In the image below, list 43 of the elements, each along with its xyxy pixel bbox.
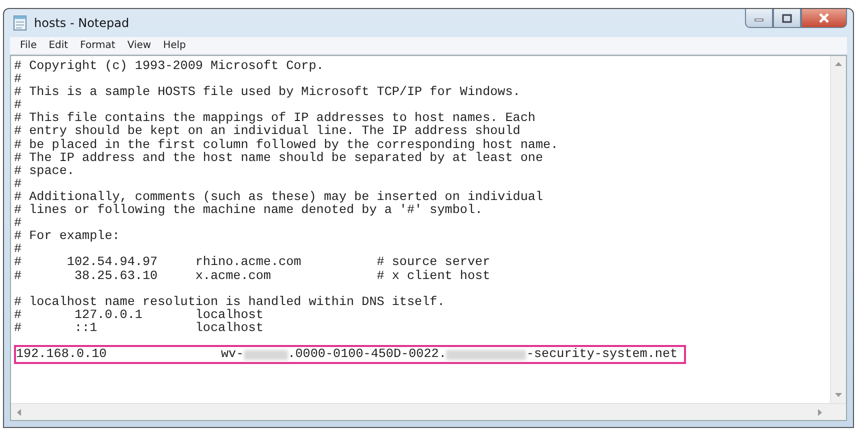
text-line: # (14, 73, 23, 86)
minimize-button[interactable] (745, 9, 773, 28)
text-line: # 127.0.0.1 localhost (14, 308, 264, 322)
host-name-text: .0000-0100-450D-0022. (288, 348, 446, 362)
text-line: # ::1 localhost (14, 322, 264, 335)
text-line: # Additionally, comments (such as these) may be inserted on individual (14, 190, 544, 204)
host-name-text: wv- (221, 348, 244, 362)
scroll-left-icon (17, 408, 21, 416)
scroll-right-icon (818, 408, 822, 416)
horizontal-scrollbar[interactable] (11, 403, 846, 420)
menu-item[interactable]: Help (163, 40, 186, 51)
text-line: # This is a sample HOSTS file used by Microsoft TCP/IP for Windows. (14, 86, 522, 100)
notepad-icon (12, 15, 28, 31)
vertical-scrollbar[interactable] (830, 56, 846, 403)
text-line: # (14, 243, 23, 256)
text-line: # lines or following the machine name denoted by a '#' symbol. (14, 204, 484, 218)
text-line: # localhost name resolution is handled within DNS itself. (14, 294, 446, 309)
menu-item[interactable]: Format (80, 40, 116, 51)
scroll-up-icon (835, 62, 842, 66)
text-line: # For example: (14, 230, 121, 244)
window-title: hosts - Notepad (34, 16, 130, 30)
close-icon (818, 13, 830, 23)
text-line: # entry should be kept on an individual line. The IP address should (14, 125, 522, 138)
text-line: # The IP address and the host name should be separated by at least one (14, 152, 544, 165)
text-line: # space. (14, 164, 76, 178)
maximize-button[interactable] (773, 9, 801, 28)
text-line: # be placed in the first column followed by the corresponding host name. (14, 138, 560, 152)
menu-item[interactable]: File (20, 40, 37, 51)
close-button[interactable] (801, 9, 847, 28)
text-line: # This file contains the mappings of IP addresses to host names. Each (14, 112, 536, 126)
text-line: # (14, 217, 23, 230)
scroll-down-icon (835, 393, 842, 397)
text-line: # 38.25.63.10 x.acme.com # x client host (14, 270, 492, 283)
text-line: # 102.54.94.97 rhino.acme.com # source server (14, 256, 492, 270)
text-line: # (14, 178, 23, 191)
host-name-text: -security-system.net (526, 348, 678, 362)
ip-address: 192.168.0.10 (16, 348, 108, 362)
menu-item[interactable]: View (127, 40, 152, 51)
text-line: # Copyright (c) 1993-2009 Microsoft Corp. (14, 60, 325, 74)
text-line: # (14, 99, 23, 112)
maximize-icon (782, 14, 792, 22)
blurred-redaction (244, 350, 288, 360)
menu-item[interactable]: Edit (48, 40, 68, 51)
